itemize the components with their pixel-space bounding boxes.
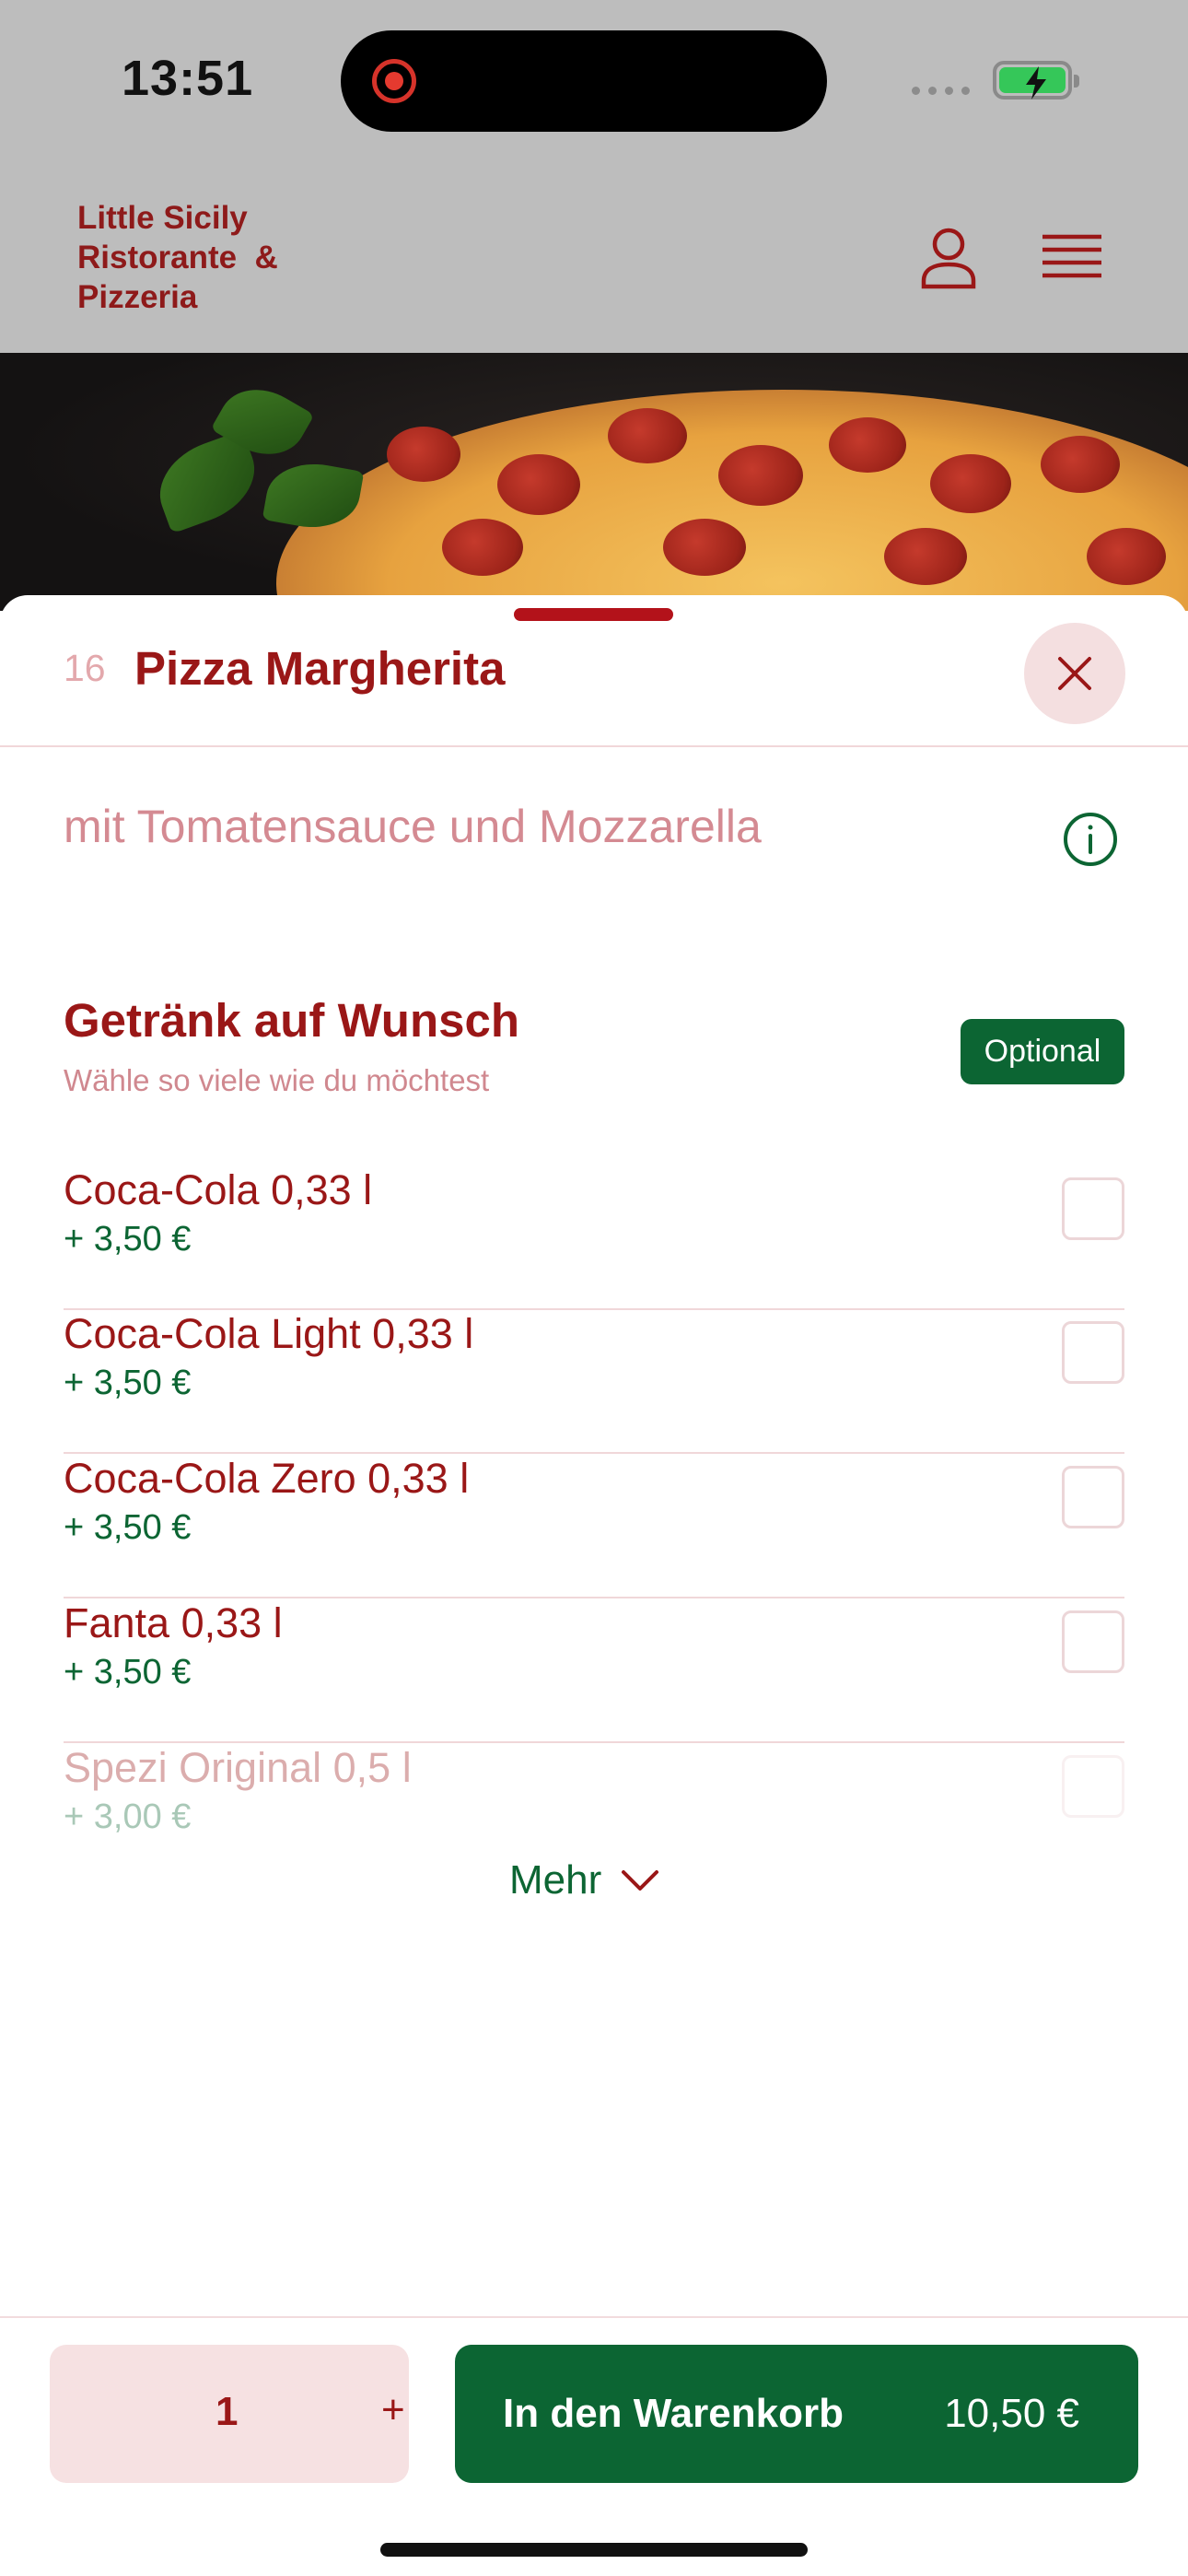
option-row[interactable]: Coca-Cola Light 0,33 l + 3,50 € bbox=[64, 1310, 1124, 1454]
pepperoni bbox=[884, 528, 967, 585]
show-more-label: Mehr bbox=[509, 1857, 602, 1903]
option-name: Coca-Cola 0,33 l bbox=[64, 1166, 373, 1213]
pepperoni bbox=[1041, 436, 1120, 493]
home-indicator[interactable] bbox=[380, 2543, 808, 2557]
pepperoni bbox=[608, 408, 687, 463]
option-price: + 3,50 € bbox=[64, 1508, 192, 1547]
option-name: Coca-Cola Zero 0,33 l bbox=[64, 1455, 470, 1502]
close-icon bbox=[1058, 657, 1091, 690]
product-bottom-sheet: 16 Pizza Margherita mit Tomatensauce und… bbox=[0, 595, 1188, 2576]
show-more-button[interactable]: Mehr bbox=[509, 1857, 660, 1903]
pepperoni bbox=[497, 454, 580, 515]
option-group-title: Getränk auf Wunsch bbox=[64, 994, 519, 1047]
option-divider bbox=[64, 1741, 1124, 1743]
battery-charging-icon bbox=[993, 61, 1079, 100]
option-checkbox[interactable] bbox=[1062, 1466, 1124, 1528]
quantity-value: 1 bbox=[215, 2389, 239, 2434]
increment-button[interactable]: + bbox=[381, 2387, 405, 2433]
info-icon[interactable] bbox=[1062, 811, 1119, 872]
brand-line-3: Pizzeria bbox=[77, 279, 198, 315]
option-row[interactable]: Fanta 0,33 l + 3,50 € bbox=[64, 1599, 1124, 1743]
option-checkbox[interactable] bbox=[1062, 1610, 1124, 1673]
pizza-illustration bbox=[276, 390, 1188, 611]
option-price: + 3,00 € bbox=[64, 1797, 192, 1836]
restaurant-brand[interactable]: Little Sicily Ristorante & Pizzeria bbox=[77, 198, 278, 317]
option-checkbox[interactable] bbox=[1062, 1177, 1124, 1240]
cart-amount: 10,50 € bbox=[944, 2391, 1079, 2436]
option-checkbox[interactable] bbox=[1062, 1321, 1124, 1384]
hero-pizza-image bbox=[0, 353, 1188, 611]
pepperoni bbox=[718, 445, 803, 506]
item-title: Pizza Margherita bbox=[134, 642, 506, 695]
option-name: Coca-Cola Light 0,33 l bbox=[64, 1310, 474, 1357]
chevron-down-icon bbox=[622, 1870, 659, 1891]
option-row[interactable]: Coca-Cola 0,33 l + 3,50 € bbox=[64, 1166, 1124, 1310]
menu-icon[interactable] bbox=[1042, 233, 1101, 289]
pepperoni bbox=[387, 427, 460, 482]
footer-divider bbox=[0, 2316, 1188, 2318]
optional-badge: Optional bbox=[961, 1019, 1124, 1084]
status-time: 13:51 bbox=[122, 51, 254, 106]
pepperoni bbox=[663, 519, 746, 576]
option-name: Spezi Original 0,5 l bbox=[64, 1744, 412, 1791]
option-group-subtitle: Wähle so viele wie du möchtest bbox=[64, 1063, 490, 1097]
recording-indicator-icon bbox=[372, 59, 416, 103]
add-to-cart-label: In den Warenkorb bbox=[503, 2391, 844, 2436]
sheet-grabber[interactable] bbox=[514, 608, 673, 621]
option-price: + 3,50 € bbox=[64, 1653, 192, 1692]
option-price: + 3,50 € bbox=[64, 1364, 192, 1402]
close-button[interactable] bbox=[1024, 623, 1125, 724]
brand-line-1: Little Sicily bbox=[77, 200, 248, 236]
option-divider bbox=[64, 1452, 1124, 1454]
add-to-cart-button[interactable]: In den Warenkorb 10,50 € bbox=[455, 2345, 1138, 2483]
header-divider bbox=[0, 745, 1188, 747]
item-number: 16 bbox=[64, 647, 106, 689]
pepperoni bbox=[930, 454, 1011, 513]
option-row[interactable]: Spezi Original 0,5 l + 3,00 € bbox=[64, 1744, 1124, 1845]
option-row[interactable]: Coca-Cola Zero 0,33 l + 3,50 € bbox=[64, 1455, 1124, 1598]
option-divider bbox=[64, 1597, 1124, 1598]
brand-line-2: Ristorante & bbox=[77, 240, 278, 275]
pepperoni bbox=[442, 519, 523, 576]
option-price: + 3,50 € bbox=[64, 1220, 192, 1259]
pepperoni bbox=[829, 417, 906, 473]
cellular-signal-icon bbox=[912, 87, 970, 95]
user-icon[interactable] bbox=[916, 226, 981, 295]
option-name: Fanta 0,33 l bbox=[64, 1599, 283, 1646]
quantity-stepper[interactable]: 1 + bbox=[50, 2345, 409, 2483]
item-description: mit Tomatensauce und Mozzarella bbox=[64, 801, 762, 852]
pepperoni bbox=[1087, 528, 1166, 585]
screen: 13:51 Little Sicily Ristorante & Pizzeri… bbox=[0, 0, 1188, 2576]
option-checkbox[interactable] bbox=[1062, 1755, 1124, 1818]
